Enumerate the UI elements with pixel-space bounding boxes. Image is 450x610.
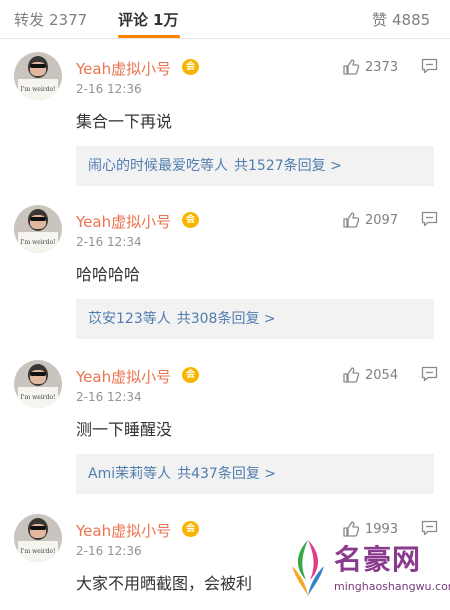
tab-comments-label: 评论: [118, 11, 149, 29]
site-watermark: 名豪网 minghaoshangwu.com: [282, 528, 450, 610]
replies-count: 共308条回复 >: [176, 311, 276, 327]
tab-repost-count: 2377: [49, 11, 88, 29]
replies-who: Ami茉莉等人: [88, 466, 172, 482]
like-button[interactable]: 2054: [342, 366, 398, 384]
replies-who: 苡安123等人: [88, 311, 171, 327]
vip-crown-icon: 会: [182, 367, 199, 383]
vip-crown-icon: 会: [182, 212, 199, 228]
comment-username[interactable]: Yeah虚拟小号: [76, 58, 171, 79]
tab-likes-label: 赞: [372, 11, 388, 29]
active-tab-indicator: [118, 35, 180, 38]
comment-username[interactable]: Yeah虚拟小号: [76, 211, 171, 232]
comment-bubble-icon[interactable]: [421, 366, 438, 382]
replies-preview[interactable]: 苡安123等人 共308条回复 >: [76, 299, 434, 339]
replies-preview[interactable]: 闹心的时候最爱吃等人 共1527条回复 >: [76, 146, 434, 186]
comment-username[interactable]: Yeah虚拟小号: [76, 366, 171, 387]
like-button[interactable]: 2097: [342, 211, 398, 229]
avatar[interactable]: I'm weirdo!: [14, 360, 62, 408]
thumbs-up-icon: [343, 367, 360, 383]
watermark-title: 名豪网: [334, 543, 422, 576]
replies-count: 共437条回复 >: [177, 466, 277, 482]
comment-text: 集合一下再说: [76, 112, 173, 131]
tab-comments-count: 1万: [153, 11, 179, 29]
comment-time: 2-16 12:34: [76, 390, 142, 404]
avatar[interactable]: I'm weirdo!: [14, 205, 62, 253]
tab-repost-label: 转发: [14, 11, 45, 29]
comment-bubble-icon[interactable]: [421, 58, 438, 74]
avatar-sign: I'm weirdo!: [18, 387, 58, 408]
thumbs-up-icon: [343, 59, 360, 75]
comment-time: 2-16 12:36: [76, 82, 142, 96]
like-button[interactable]: 2373: [342, 58, 398, 76]
tab-likes-count: 4885: [392, 11, 431, 29]
watermark-url: minghaoshangwu.com: [334, 580, 450, 593]
like-count: 2054: [365, 367, 399, 383]
comment-text: 大家不用晒截图，会被利: [76, 574, 253, 593]
tab-likes[interactable]: 赞 4885: [372, 9, 430, 30]
avatar-sign: I'm weirdo!: [18, 79, 58, 100]
avatar-sign: I'm weirdo!: [18, 232, 58, 253]
replies-who: 闹心的时候最爱吃等人: [88, 158, 228, 174]
like-count: 2097: [365, 212, 399, 228]
tab-repost[interactable]: 转发 2377: [14, 9, 87, 30]
replies-preview[interactable]: Ami茉莉等人 共437条回复 >: [76, 454, 434, 494]
comment-time: 2-16 12:36: [76, 544, 142, 558]
comment-bubble-icon[interactable]: [421, 211, 438, 227]
vip-crown-icon: 会: [182, 59, 199, 75]
avatar[interactable]: I'm weirdo!: [14, 514, 62, 562]
watermark-logo-icon: [292, 540, 324, 596]
thumbs-up-icon: [343, 212, 360, 228]
like-count: 2373: [365, 59, 399, 75]
comment-text: 哈哈哈哈: [76, 265, 141, 284]
comment-time: 2-16 12:34: [76, 235, 142, 249]
comment-username[interactable]: Yeah虚拟小号: [76, 520, 171, 541]
tab-bar: 转发 2377 评论 1万 赞 4885: [0, 0, 450, 39]
avatar[interactable]: I'm weirdo!: [14, 52, 62, 100]
tab-comments[interactable]: 评论 1万: [118, 9, 178, 30]
vip-crown-icon: 会: [182, 521, 199, 537]
avatar-sign: I'm weirdo!: [18, 541, 58, 562]
comment-text: 测一下睡醒没: [76, 420, 173, 439]
replies-count: 共1527条回复 >: [234, 158, 342, 174]
